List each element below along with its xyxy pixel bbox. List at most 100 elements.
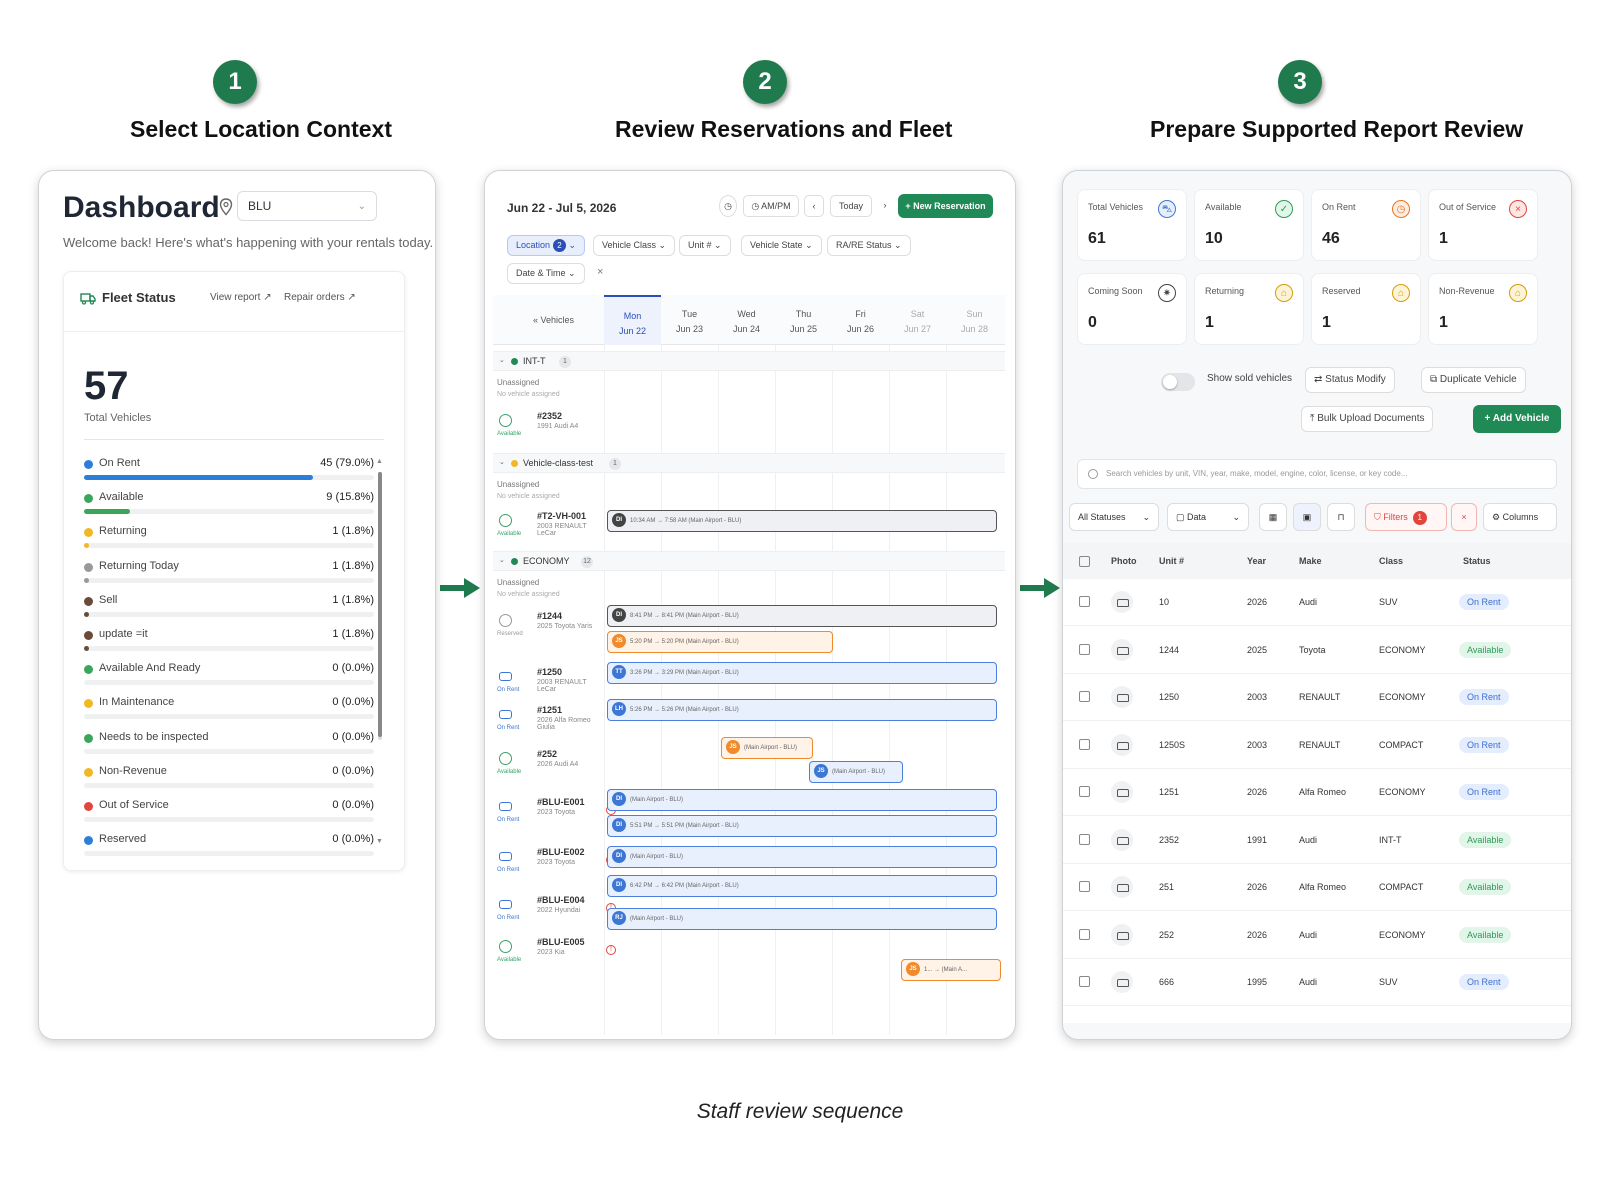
add-vehicle-button[interactable]: + Add Vehicle bbox=[1473, 405, 1561, 433]
stat-card[interactable]: Total Vehicles 61 ⛍ bbox=[1077, 189, 1187, 261]
rare-status-filter[interactable]: RA/RE Status ⌄ bbox=[827, 235, 911, 256]
vehicle-row[interactable]: On Rent #1251 2026 Alfa Romeo Giulia bbox=[497, 705, 607, 739]
vehicle-row[interactable]: Reserved #1244 2025 Toyota Yaris bbox=[497, 611, 607, 645]
reservation-bar[interactable]: DI 6:42 PM → 6:42 PM (Main Airport - BLU) bbox=[607, 875, 997, 897]
vehicle-class-filter[interactable]: Vehicle Class ⌄ bbox=[593, 235, 676, 256]
repair-orders-link[interactable]: Repair orders ↗ bbox=[284, 292, 356, 303]
scrollbar-thumb[interactable] bbox=[378, 472, 382, 737]
date-time-filter[interactable]: Date & Time ⌄ bbox=[507, 263, 585, 284]
reservation-bar[interactable]: RJ (Main Airport - BLU) bbox=[607, 908, 997, 930]
row-checkbox[interactable] bbox=[1079, 881, 1090, 892]
show-sold-toggle[interactable] bbox=[1161, 373, 1195, 391]
vehicle-state-filter[interactable]: Vehicle State ⌄ bbox=[741, 235, 822, 256]
view-report-link[interactable]: View report ↗ bbox=[210, 292, 272, 303]
column-header[interactable]: Photo bbox=[1111, 556, 1137, 566]
stat-card[interactable]: Returning 1 ⌂ bbox=[1194, 273, 1304, 345]
row-checkbox[interactable] bbox=[1079, 691, 1090, 702]
row-checkbox[interactable] bbox=[1079, 833, 1090, 845]
stat-card-label: Total Vehicles bbox=[1088, 202, 1144, 212]
prev-button[interactable]: ‹ bbox=[804, 195, 824, 217]
scroll-up-icon[interactable]: ▲ bbox=[376, 458, 383, 465]
reservation-bar[interactable]: DI 10:34 AM → 7:58 AM (Main Airport - BLU… bbox=[607, 510, 997, 532]
stat-card[interactable]: Out of Service 1 × bbox=[1428, 189, 1538, 261]
stat-card[interactable]: Available 10 ✓ bbox=[1194, 189, 1304, 261]
status-modify-button[interactable]: ⇄ Status Modify bbox=[1305, 367, 1395, 393]
stat-card[interactable]: Coming Soon 0 ✷ bbox=[1077, 273, 1187, 345]
table-row[interactable]: 251 2026 Alfa Romeo COMPACT Available bbox=[1063, 864, 1571, 911]
reservation-bar[interactable]: JS 1... → (Main A... bbox=[901, 959, 1001, 981]
table-row[interactable]: 1244 2025 Toyota ECONOMY Available bbox=[1063, 627, 1571, 674]
ampm-toggle[interactable]: ◷ AM/PM bbox=[743, 195, 799, 217]
scroll-down-icon[interactable]: ▼ bbox=[376, 838, 383, 845]
stat-card[interactable]: Non-Revenue 1 ⌂ bbox=[1428, 273, 1538, 345]
column-header[interactable]: Status bbox=[1463, 556, 1491, 566]
vehicle-row[interactable]: On Rent #1250 2003 RENAULT LeCar bbox=[497, 667, 607, 701]
status-dot bbox=[84, 528, 93, 538]
row-checkbox[interactable] bbox=[1079, 928, 1090, 940]
table-row[interactable]: 1250 2003 RENAULT ECONOMY On Rent bbox=[1063, 674, 1571, 721]
table-row[interactable]: 666 1995 Audi SUV On Rent bbox=[1063, 959, 1571, 1006]
status-row: Returning Today 1 (1.8%) bbox=[84, 559, 374, 593]
tag-icon: ⌂ bbox=[1275, 284, 1293, 302]
row-checkbox[interactable] bbox=[1079, 786, 1090, 797]
new-reservation-button[interactable]: + New Reservation bbox=[898, 194, 993, 218]
row-checkbox[interactable] bbox=[1079, 643, 1090, 655]
reservation-bar[interactable]: LH 5:26 PM → 5:26 PM (Main Airport - BLU) bbox=[607, 699, 997, 721]
bulk-upload-button[interactable]: ⤒ Bulk Upload Documents bbox=[1301, 406, 1434, 432]
reservation-bar[interactable]: JS (Main Airport - BLU) bbox=[809, 761, 903, 783]
vehicle-row[interactable]: Available #252 2026 Audi A4 bbox=[497, 749, 607, 783]
vehicle-unit: #1244 bbox=[537, 611, 563, 621]
table-view-button[interactable]: ▦ bbox=[1259, 503, 1287, 531]
table-row[interactable]: 252 2026 Audi ECONOMY Available bbox=[1063, 912, 1571, 959]
group-header[interactable]: ⌄ Vehicle-class-test 1 bbox=[493, 453, 1005, 473]
reservation-bar[interactable]: DI 8:41 PM → 8:41 PM (Main Airport - BLU) bbox=[607, 605, 997, 627]
search-input[interactable]: Search vehicles by unit, VIN, year, make… bbox=[1077, 459, 1557, 489]
row-checkbox[interactable] bbox=[1079, 596, 1090, 607]
duplicate-vehicle-button[interactable]: ⧉ Duplicate Vehicle bbox=[1421, 367, 1526, 393]
row-checkbox[interactable] bbox=[1079, 976, 1090, 987]
table-row[interactable]: 1251 2026 Alfa Romeo ECONOMY On Rent bbox=[1063, 769, 1571, 816]
data-menu-button[interactable]: ▢ Data ⌄ bbox=[1167, 503, 1249, 531]
status-filter-select[interactable]: All Statuses ⌄ bbox=[1069, 503, 1159, 531]
column-header[interactable]: Year bbox=[1247, 556, 1266, 566]
today-button[interactable]: Today bbox=[830, 195, 872, 217]
location-select[interactable]: BLU ⌄ bbox=[237, 191, 377, 221]
year-cell: 2003 bbox=[1247, 739, 1268, 750]
scrollbar[interactable] bbox=[378, 472, 382, 740]
vehicle-row[interactable]: Available #2352 1991 Audi A4 bbox=[497, 411, 607, 445]
column-header[interactable]: Unit # bbox=[1159, 556, 1184, 566]
clear-filters-icon[interactable]: × bbox=[597, 266, 603, 278]
vehicle-row[interactable]: Available #T2-VH-001 2003 RENAULT LeCar bbox=[497, 511, 607, 545]
unit-filter[interactable]: Unit # ⌄ bbox=[679, 235, 731, 256]
reservation-bar[interactable]: JS 5:20 PM → 5:20 PM (Main Airport - BLU) bbox=[607, 631, 833, 653]
columns-button[interactable]: ⚙ Columns bbox=[1483, 503, 1557, 531]
reservation-bar[interactable]: DI (Main Airport - BLU) bbox=[607, 789, 997, 811]
grid-view-button[interactable]: ▣ bbox=[1293, 503, 1321, 531]
table-row[interactable]: 2352 1991 Audi INT-T Available bbox=[1063, 817, 1571, 864]
reservation-bar[interactable]: DI 5:51 PM → 5:51 PM (Main Airport - BLU) bbox=[607, 815, 997, 837]
location-filter[interactable]: Location 2 ⌄ bbox=[507, 235, 586, 256]
row-checkbox[interactable] bbox=[1079, 738, 1090, 750]
group-header[interactable]: ⌄ ECONOMY 12 bbox=[493, 551, 1005, 571]
table-row[interactable]: 1250S 2003 RENAULT COMPACT On Rent bbox=[1063, 722, 1571, 769]
clock-icon[interactable]: ◷ bbox=[719, 195, 737, 217]
next-button[interactable]: › bbox=[876, 195, 894, 217]
filters-button[interactable]: ⛉ Filters 1 bbox=[1365, 503, 1447, 531]
table-row[interactable]: 10 2026 Audi SUV On Rent bbox=[1063, 579, 1571, 626]
vehicle-row[interactable]: On Rent#BLU-E0022023 Toyota! bbox=[497, 847, 616, 881]
group-header[interactable]: ⌄ INT-T 1 bbox=[493, 351, 1005, 371]
vehicle-row[interactable]: On Rent#BLU-E0012023 Toyota! bbox=[497, 797, 616, 831]
reservation-bar[interactable]: DI (Main Airport - BLU) bbox=[607, 846, 997, 868]
select-all-checkbox[interactable] bbox=[1079, 556, 1090, 567]
stat-card[interactable]: Reserved 1 ⌂ bbox=[1311, 273, 1421, 345]
vehicle-row[interactable]: Available #BLU-E005 2023 Kia! bbox=[497, 937, 616, 971]
vehicle-row[interactable]: On Rent#BLU-E0042022 Hyundai! bbox=[497, 895, 616, 929]
clear-filters-button[interactable]: × bbox=[1451, 503, 1477, 531]
column-header[interactable]: Class bbox=[1379, 556, 1403, 566]
column-header[interactable]: Make bbox=[1299, 556, 1322, 566]
reservation-bar[interactable]: JS (Main Airport - BLU) bbox=[721, 737, 813, 759]
reservation-bar[interactable]: TT 3:26 PM → 3:29 PM (Main Airport - BLU) bbox=[607, 662, 997, 684]
stat-card[interactable]: On Rent 46 ◷ bbox=[1311, 189, 1421, 261]
vehicles-collapse-toggle[interactable]: « Vehicles bbox=[533, 315, 574, 325]
bookmark-button[interactable]: ⊓ bbox=[1327, 503, 1355, 531]
